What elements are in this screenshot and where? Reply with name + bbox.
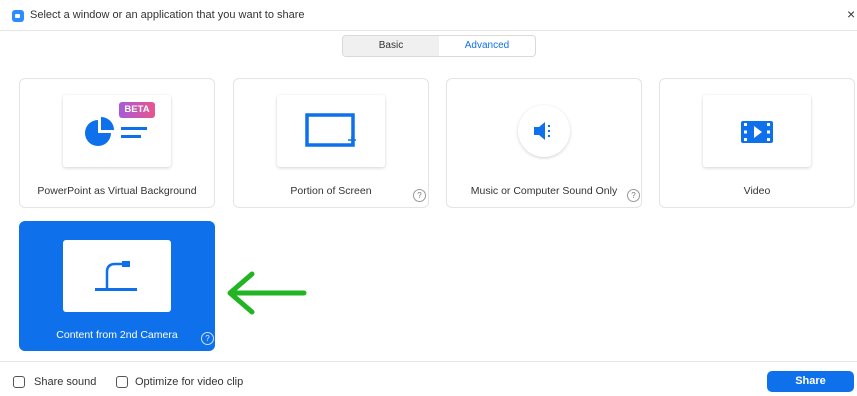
- document-camera-icon: [95, 261, 137, 291]
- card-thumbnail: BETA: [63, 95, 171, 167]
- card-thumbnail: [277, 95, 385, 167]
- card-label: PowerPoint as Virtual Background: [37, 185, 197, 197]
- card-thumbnail: [63, 240, 171, 312]
- card-portion-of-screen[interactable]: Portion of Screen ?: [233, 78, 429, 208]
- optimize-video-label: Optimize for video clip: [135, 376, 244, 388]
- share-sound-checkbox[interactable]: [13, 376, 25, 388]
- card-content-from-2nd-camera[interactable]: Content from 2nd Camera ?: [19, 221, 215, 351]
- card-label: Music or Computer Sound Only: [470, 185, 618, 197]
- card-label: Video: [743, 185, 771, 197]
- portion-screen-icon: [305, 113, 356, 147]
- card-thumbnail: [490, 95, 598, 167]
- share-mode-tabs: Basic Advanced: [342, 35, 536, 57]
- share-sound-label: Share sound: [34, 376, 97, 388]
- card-label: Portion of Screen: [290, 185, 372, 197]
- tab-basic[interactable]: Basic: [343, 36, 439, 56]
- footer-divider: [0, 361, 857, 362]
- annotation-arrow-icon: [227, 271, 307, 315]
- help-icon[interactable]: ?: [627, 189, 640, 202]
- close-icon[interactable]: ×: [847, 6, 857, 22]
- card-computer-sound-only[interactable]: Music or Computer Sound Only ?: [446, 78, 642, 208]
- share-button[interactable]: Share: [767, 371, 854, 392]
- help-icon[interactable]: ?: [201, 332, 214, 345]
- video-film-icon: [741, 121, 773, 143]
- card-powerpoint-virtual-background[interactable]: BETA PowerPoint as Virtual Background: [19, 78, 215, 208]
- window-title: Select a window or an application that y…: [30, 9, 305, 21]
- title-bar: Select a window or an application that y…: [0, 0, 857, 31]
- speaker-icon: [534, 122, 550, 140]
- card-video[interactable]: Video: [659, 78, 855, 208]
- help-icon[interactable]: ?: [413, 189, 426, 202]
- card-thumbnail: [703, 95, 811, 167]
- tab-advanced[interactable]: Advanced: [439, 36, 535, 56]
- beta-badge: BETA: [119, 102, 155, 118]
- optimize-video-checkbox[interactable]: [116, 376, 128, 388]
- zoom-app-icon: [12, 10, 24, 22]
- card-label: Content from 2nd Camera: [56, 329, 178, 341]
